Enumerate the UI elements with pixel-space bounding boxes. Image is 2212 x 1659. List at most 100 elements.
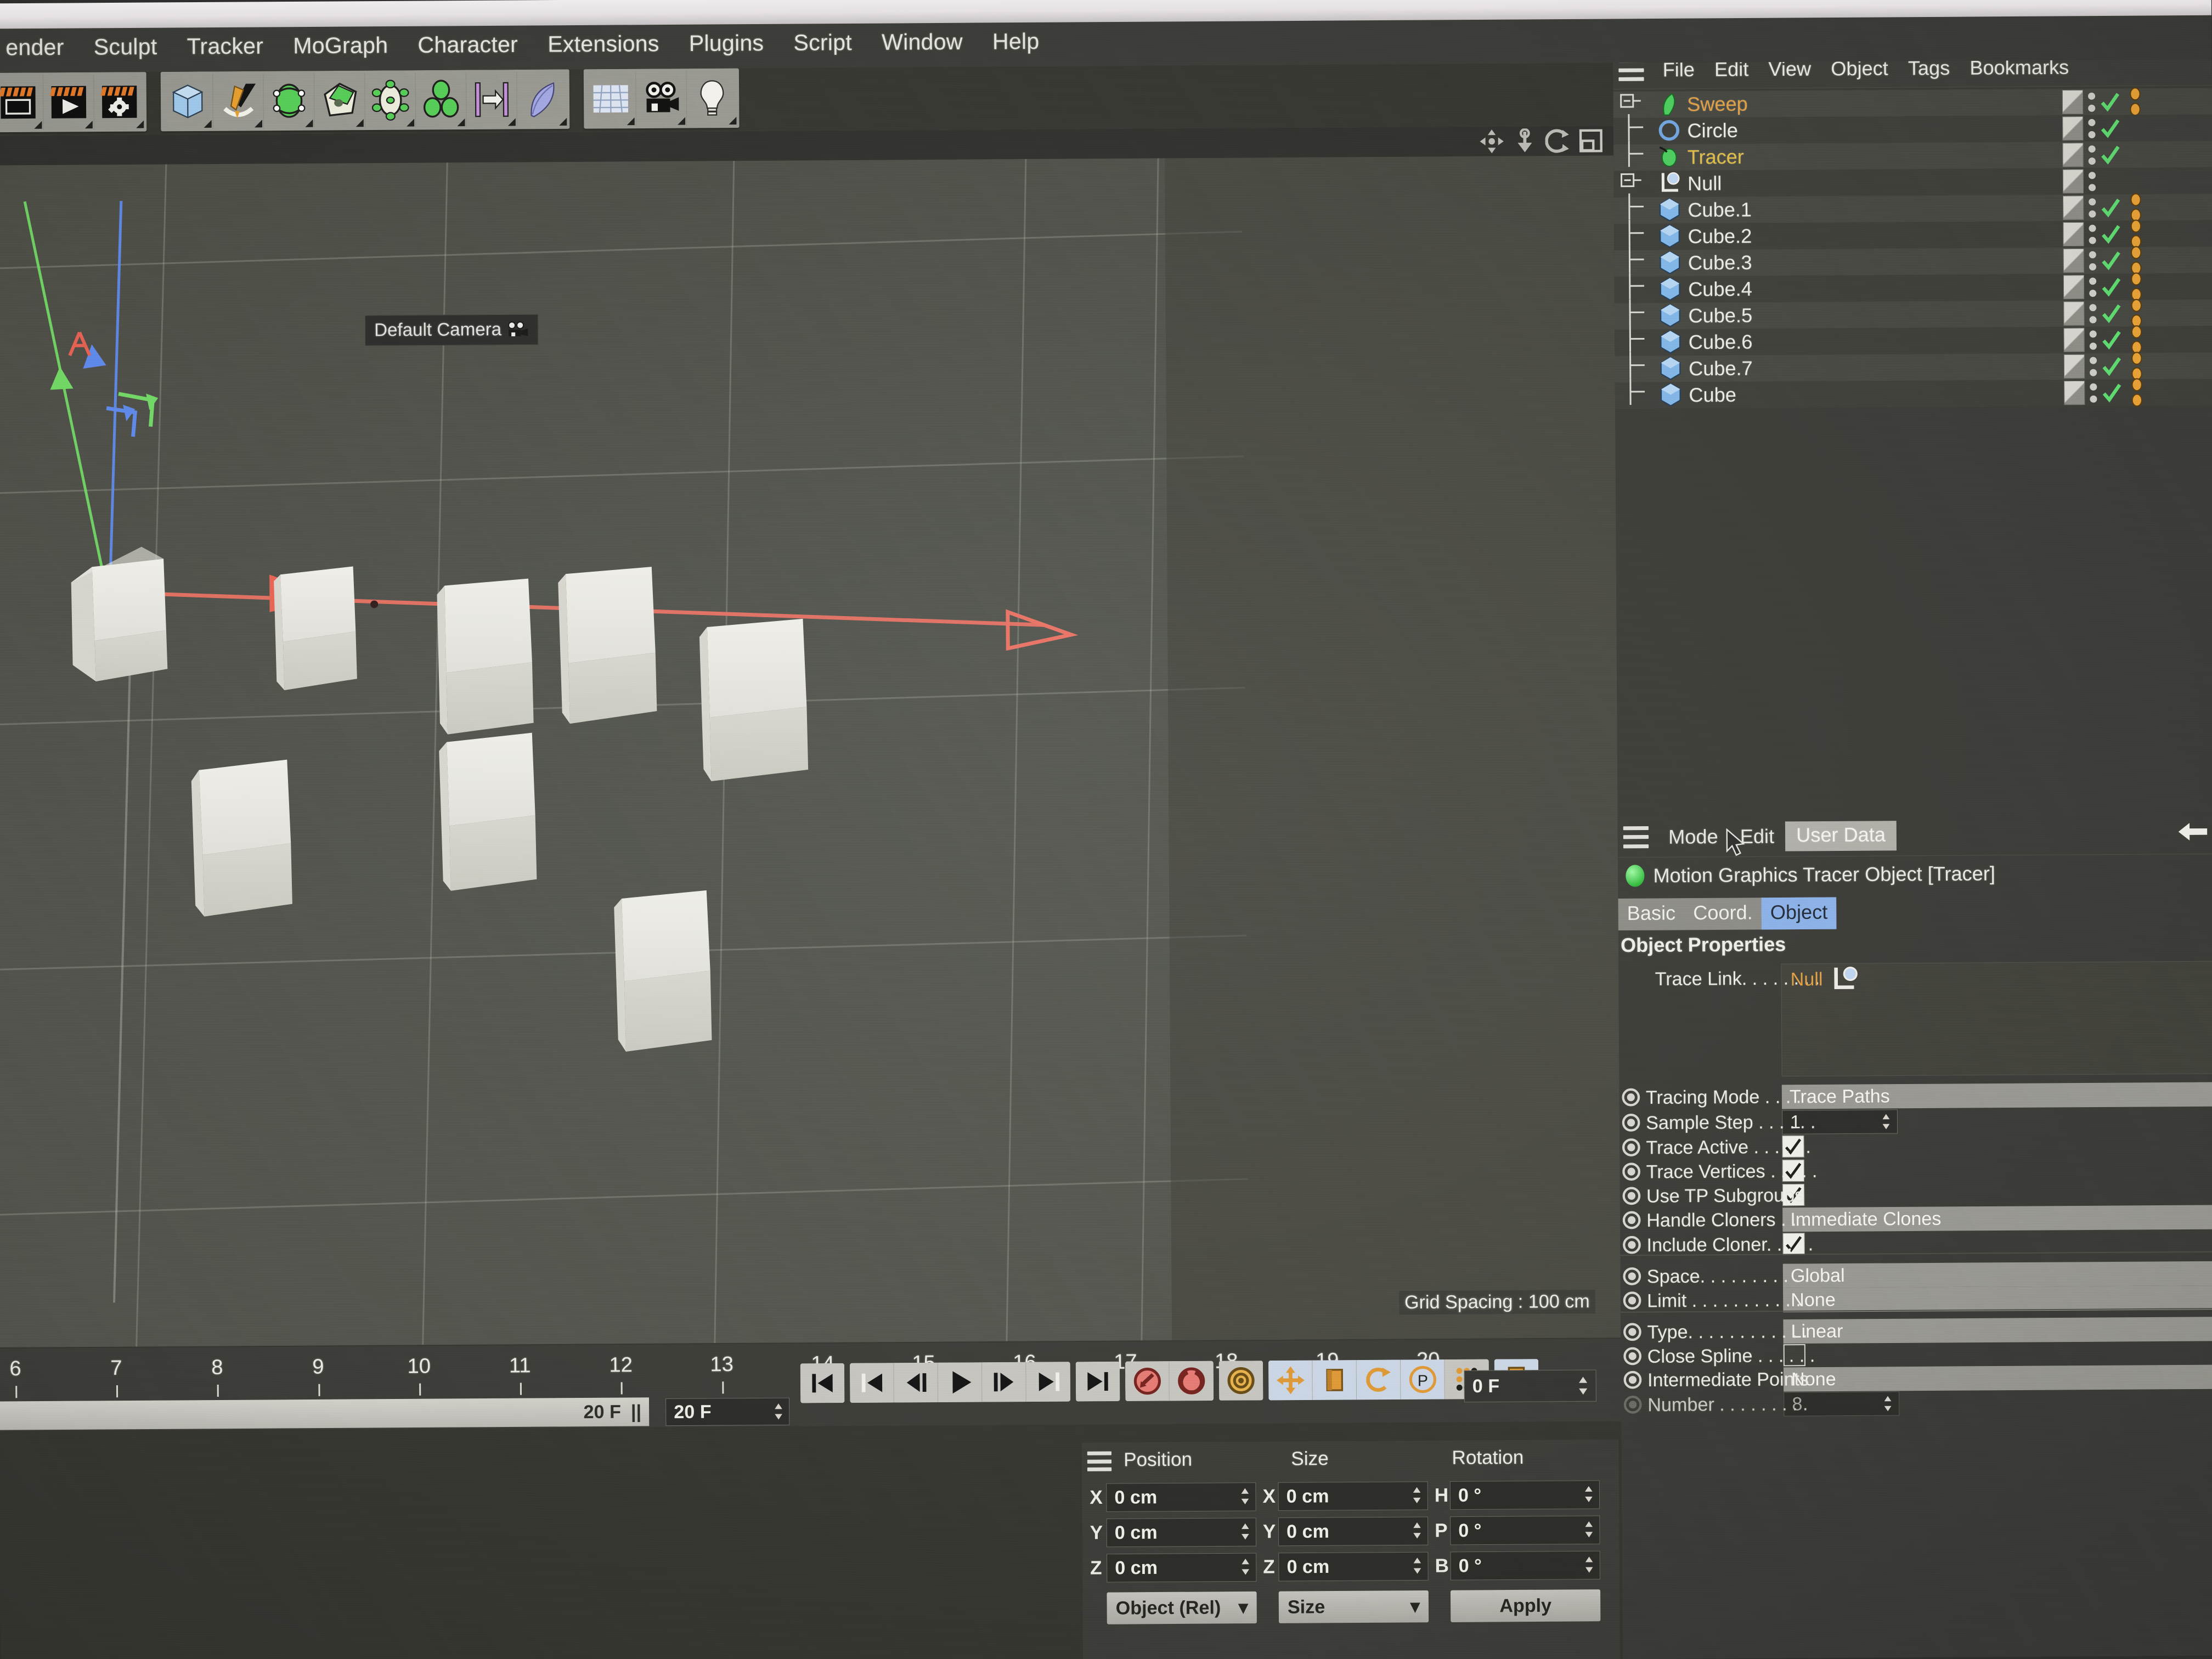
- visibility-dots[interactable]: [2089, 357, 2097, 376]
- tab-basic[interactable]: Basic: [1618, 898, 1685, 930]
- object-tag-column[interactable]: [2062, 116, 2121, 141]
- tab-object[interactable]: Object: [1761, 897, 1837, 930]
- size-x-input[interactable]: 0 cm: [1278, 1481, 1428, 1511]
- light-button[interactable]: [687, 71, 738, 126]
- mograph-tag-icon[interactable]: [2129, 219, 2145, 233]
- cube-lower-mid[interactable]: [439, 732, 537, 891]
- animation-track-icon[interactable]: [1622, 1235, 1642, 1255]
- maximize-viewport-icon[interactable]: [1578, 128, 1604, 153]
- animation-track-icon[interactable]: [1623, 1267, 1643, 1286]
- display-tag[interactable]: [2062, 195, 2084, 220]
- parameter-key-button[interactable]: P: [1401, 1359, 1445, 1400]
- mograph-tag-icon[interactable]: [2129, 377, 2146, 392]
- spinner-icon[interactable]: [1239, 1521, 1251, 1541]
- visibility-dots[interactable]: [2087, 92, 2096, 112]
- size-mode-dropdown[interactable]: Size ▾: [1278, 1590, 1429, 1623]
- display-tag[interactable]: [2063, 248, 2084, 273]
- mograph-tag-icon[interactable]: [2128, 193, 2145, 207]
- generator-button[interactable]: [263, 73, 315, 129]
- render-to-picture-viewer-button[interactable]: [43, 74, 94, 130]
- display-tag[interactable]: [2062, 116, 2084, 141]
- viewport-camera-label[interactable]: Default Camera: [364, 314, 539, 346]
- display-tag[interactable]: [2063, 328, 2085, 352]
- display-tag[interactable]: [2062, 169, 2084, 194]
- object-tag-column[interactable]: [2063, 351, 2146, 381]
- mograph-tag-icon[interactable]: [2129, 325, 2146, 339]
- cube-mid-left[interactable]: [274, 566, 357, 691]
- menu-item-sculpt[interactable]: Sculpt: [79, 33, 172, 60]
- spinner-icon[interactable]: [1583, 1484, 1595, 1504]
- current-frame-field[interactable]: 0 F: [1464, 1369, 1596, 1403]
- tab-coord[interactable]: Coord.: [1684, 898, 1762, 930]
- pan-icon[interactable]: [1479, 128, 1504, 154]
- coordinates-menu-icon[interactable]: [1087, 1451, 1112, 1471]
- coordinate-mode-dropdown[interactable]: Object (Rel) ▾: [1107, 1591, 1257, 1624]
- display-tag[interactable]: [2063, 301, 2085, 326]
- enabled-check-icon[interactable]: [2100, 91, 2120, 112]
- animation-track-icon[interactable]: [1623, 1323, 1643, 1342]
- menu-item-render[interactable]: ender: [0, 34, 79, 60]
- mograph-tag-icon[interactable]: [2128, 87, 2144, 101]
- visibility-dots[interactable]: [2089, 330, 2097, 350]
- deformer-button[interactable]: [314, 72, 365, 128]
- environment-button[interactable]: [585, 71, 636, 127]
- visibility-dots[interactable]: [2088, 277, 2097, 297]
- menu-item-tracker[interactable]: Tracker: [172, 33, 278, 59]
- object-tag-column[interactable]: [2063, 272, 2146, 302]
- mograph-tag-icon[interactable]: [2129, 351, 2146, 365]
- object-tags[interactable]: [2129, 377, 2146, 407]
- enabled-check-icon[interactable]: [2100, 118, 2120, 139]
- spinner-icon[interactable]: [1239, 1557, 1251, 1577]
- visibility-dots[interactable]: [2088, 251, 2097, 270]
- cube-front-left[interactable]: [71, 546, 168, 682]
- scene-object-button[interactable]: [365, 72, 416, 128]
- animation-track-icon[interactable]: [1623, 1347, 1643, 1367]
- visibility-dots[interactable]: [2087, 198, 2096, 218]
- cube-upper-b[interactable]: [558, 567, 657, 724]
- back-arrow-icon[interactable]: [2177, 819, 2209, 845]
- goto-previous-key-button[interactable]: [850, 1363, 894, 1403]
- keyframe-selection-button[interactable]: [1218, 1361, 1263, 1401]
- animation-track-icon[interactable]: [1622, 1088, 1641, 1108]
- position-y-input[interactable]: 0 cm: [1106, 1517, 1257, 1548]
- object-tag-column[interactable]: [2063, 245, 2146, 275]
- spline-pen-button[interactable]: [213, 73, 264, 129]
- visibility-dots[interactable]: [2088, 303, 2097, 323]
- display-tag[interactable]: [2063, 354, 2085, 379]
- display-tag[interactable]: [2063, 275, 2085, 300]
- object-tag-column[interactable]: [2064, 377, 2146, 408]
- menu-item-window[interactable]: Window: [867, 29, 978, 55]
- spinner-icon[interactable]: [1411, 1556, 1423, 1576]
- rotation-p-input[interactable]: 0 °: [1450, 1515, 1600, 1545]
- goto-end-button[interactable]: [1075, 1361, 1120, 1402]
- object-tags[interactable]: [2129, 219, 2145, 249]
- animation-track-icon[interactable]: [1623, 1291, 1643, 1311]
- rotation-key-button[interactable]: [1356, 1359, 1401, 1400]
- cube-upper-a[interactable]: [437, 578, 534, 735]
- visibility-dots[interactable]: [2087, 224, 2096, 244]
- rotate-icon[interactable]: [1545, 128, 1570, 154]
- enabled-check-icon[interactable]: [2101, 223, 2121, 244]
- render-view-button[interactable]: [0, 75, 44, 131]
- size-z-input[interactable]: 0 cm: [1278, 1551, 1429, 1582]
- spinner-icon[interactable]: [1411, 1521, 1423, 1541]
- primitive-cube-button[interactable]: [162, 74, 213, 129]
- timeline-range-bar[interactable]: 20 F ||: [0, 1397, 650, 1430]
- spinner-icon[interactable]: [1410, 1485, 1423, 1505]
- position-x-input[interactable]: 0 cm: [1106, 1482, 1256, 1512]
- am-menu-mode[interactable]: Mode: [1657, 825, 1729, 849]
- cube-lower-left[interactable]: [191, 759, 292, 917]
- object-tag-column[interactable]: [2063, 219, 2145, 249]
- animation-track-icon[interactable]: [1622, 1187, 1642, 1206]
- apply-button[interactable]: Apply: [1450, 1589, 1601, 1622]
- animation-track-icon[interactable]: [1622, 1138, 1641, 1158]
- trace-link-value-row[interactable]: Null: [1784, 966, 1859, 994]
- object-tags[interactable]: [2129, 245, 2145, 275]
- position-z-input[interactable]: 0 cm: [1107, 1553, 1257, 1583]
- display-tag[interactable]: [2062, 143, 2084, 167]
- step-forward-button[interactable]: [982, 1362, 1026, 1402]
- object-manager-row[interactable]: Sweep: [1613, 87, 2212, 119]
- enabled-check-icon[interactable]: [2100, 144, 2121, 165]
- visibility-dots[interactable]: [2087, 145, 2096, 165]
- object-manager-row[interactable]: Circle: [1613, 114, 2212, 145]
